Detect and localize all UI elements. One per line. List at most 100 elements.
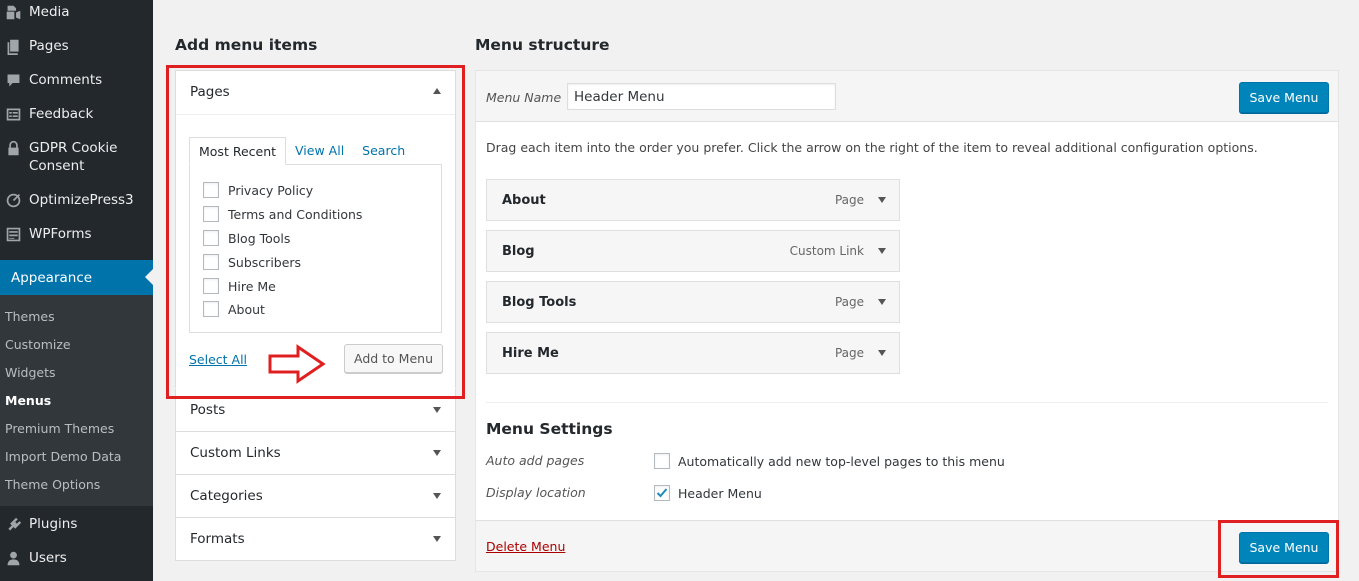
sidebar-item-comments[interactable]: Comments xyxy=(0,71,153,89)
categories-accordion-section[interactable]: Categories xyxy=(175,475,456,518)
checkbox[interactable] xyxy=(203,206,219,222)
menu-item-about[interactable]: About Page xyxy=(486,179,900,221)
tab-search[interactable]: Search xyxy=(353,137,414,165)
checklist-item[interactable]: Privacy Policy xyxy=(203,182,313,198)
sidebar-item-plugins[interactable]: Plugins xyxy=(0,515,153,533)
auto-add-pages-checkbox[interactable] xyxy=(654,453,670,469)
sidebar-item-label: Feedback xyxy=(29,106,94,122)
chevron-down-icon[interactable] xyxy=(878,248,886,254)
pages-accordion-header[interactable]: Pages xyxy=(176,71,455,113)
comments-icon xyxy=(4,71,22,89)
sidebar-item-label: Users xyxy=(29,550,67,566)
accordion-title: Posts xyxy=(190,402,226,418)
chevron-up-icon[interactable] xyxy=(433,88,441,94)
submenu-item-themes[interactable]: Themes xyxy=(5,309,55,325)
chevron-down-icon[interactable] xyxy=(433,493,441,499)
menu-instructions: Drag each item into the order you prefer… xyxy=(486,140,1258,155)
save-menu-button-bottom[interactable]: Save Menu xyxy=(1239,532,1329,563)
checkbox[interactable] xyxy=(203,230,219,246)
checklist-item[interactable]: Hire Me xyxy=(203,278,276,294)
chevron-down-icon[interactable] xyxy=(878,197,886,203)
posts-accordion-section[interactable]: Posts xyxy=(175,389,456,432)
sidebar-item-label: Appearance xyxy=(11,269,93,286)
menu-name-label: Menu Name xyxy=(486,90,562,105)
sidebar-item-label: Plugins xyxy=(29,516,78,532)
submenu-item-widgets[interactable]: Widgets xyxy=(5,365,56,381)
checklist-item-label: Terms and Conditions xyxy=(228,206,363,222)
submenu-item-import-demo-data[interactable]: Import Demo Data xyxy=(5,449,121,465)
feedback-icon xyxy=(4,105,22,123)
menu-item-title: Hire Me xyxy=(502,345,559,361)
display-location-label: Display location xyxy=(486,485,586,500)
sidebar-item-pages[interactable]: Pages xyxy=(0,37,153,55)
accordion-title: Formats xyxy=(190,531,245,547)
checklist-item-label: Hire Me xyxy=(228,278,276,294)
chevron-down-icon[interactable] xyxy=(878,350,886,356)
checklist-item-label: Subscribers xyxy=(228,254,302,270)
annotation-arrow-icon xyxy=(268,344,326,384)
checklist-item-label: Blog Tools xyxy=(228,230,291,246)
chevron-down-icon[interactable] xyxy=(878,299,886,305)
categories-accordion-header[interactable]: Categories xyxy=(176,475,455,517)
sidebar-item-optimizepress3[interactable]: OptimizePress3 xyxy=(0,191,153,209)
header-menu-location-checkbox[interactable] xyxy=(654,485,670,501)
checklist-item[interactable]: About xyxy=(203,301,265,317)
menu-structure-heading: Menu structure xyxy=(475,36,610,54)
delete-menu-link[interactable]: Delete Menu xyxy=(486,539,565,554)
custom-links-accordion-section[interactable]: Custom Links xyxy=(175,432,456,475)
accordion-title: Categories xyxy=(190,488,263,504)
checkbox[interactable] xyxy=(203,182,219,198)
users-icon xyxy=(4,549,22,567)
checkbox[interactable] xyxy=(203,278,219,294)
submenu-item-theme-options[interactable]: Theme Options xyxy=(5,477,100,493)
add-to-menu-button[interactable]: Add to Menu xyxy=(344,344,443,373)
submenu-item-premium-themes[interactable]: Premium Themes xyxy=(5,421,114,437)
formats-accordion-section[interactable]: Formats xyxy=(175,518,456,561)
sidebar-item-media[interactable]: Media xyxy=(0,3,153,21)
checklist-item[interactable]: Terms and Conditions xyxy=(203,206,362,222)
save-menu-button-top[interactable]: Save Menu xyxy=(1239,82,1329,113)
checklist-item[interactable]: Subscribers xyxy=(203,254,301,270)
sidebar-item-feedback[interactable]: Feedback xyxy=(0,105,153,123)
sidebar-item-label: Comments xyxy=(29,72,103,88)
pages-tabs: Most Recent View All Search xyxy=(189,137,414,165)
chevron-down-icon[interactable] xyxy=(433,536,441,542)
wpforms-icon xyxy=(4,225,22,243)
header-menu-location-text: Header Menu xyxy=(678,486,762,501)
auto-add-pages-label: Auto add pages xyxy=(486,453,585,468)
submenu-item-customize[interactable]: Customize xyxy=(5,337,71,353)
sidebar-item-label-line1: GDPR Cookie xyxy=(29,140,118,156)
divider xyxy=(486,402,1328,403)
posts-accordion-header[interactable]: Posts xyxy=(176,389,455,431)
menu-item-type: Page xyxy=(834,193,864,207)
menu-item-blog[interactable]: Blog Custom Link xyxy=(486,230,900,272)
menu-item-title: Blog Tools xyxy=(502,294,577,310)
sidebar-item-gdpr-cookie-consent[interactable]: GDPR Cookie Consent xyxy=(0,139,153,175)
menu-item-hire-me[interactable]: Hire Me Page xyxy=(486,332,900,374)
submenu-item-menus[interactable]: Menus xyxy=(5,393,51,409)
sidebar-item-wpforms[interactable]: WPForms xyxy=(0,225,153,243)
checkbox[interactable] xyxy=(203,254,219,270)
checklist-item-label: Privacy Policy xyxy=(228,182,314,198)
sidebar-item-users[interactable]: Users xyxy=(0,549,153,567)
sidebar-item-appearance[interactable]: Appearance xyxy=(0,260,153,300)
custom-links-accordion-header[interactable]: Custom Links xyxy=(176,432,455,474)
admin-sidebar: Media Pages Comments Feedback GDPR Cooki… xyxy=(0,0,153,581)
tab-view-all[interactable]: View All xyxy=(286,137,353,165)
chevron-down-icon[interactable] xyxy=(433,450,441,456)
tab-most-recent[interactable]: Most Recent xyxy=(189,137,287,165)
menu-header-bar: Menu Name Save Menu xyxy=(476,71,1338,122)
sidebar-item-label: WPForms xyxy=(29,226,92,242)
accordion-title: Custom Links xyxy=(190,445,281,461)
add-menu-items-heading: Add menu items xyxy=(175,36,318,54)
menu-name-input[interactable] xyxy=(567,83,836,110)
formats-accordion-header[interactable]: Formats xyxy=(176,518,455,560)
media-icon xyxy=(4,3,22,21)
checklist-item[interactable]: Blog Tools xyxy=(203,230,290,246)
pages-accordion-title: Pages xyxy=(190,84,230,100)
checkbox[interactable] xyxy=(203,301,219,317)
sidebar-item-label-line2: Consent xyxy=(29,158,85,174)
chevron-down-icon[interactable] xyxy=(433,407,441,413)
select-all-link[interactable]: Select All xyxy=(189,352,247,367)
menu-item-blog-tools[interactable]: Blog Tools Page xyxy=(486,281,900,323)
